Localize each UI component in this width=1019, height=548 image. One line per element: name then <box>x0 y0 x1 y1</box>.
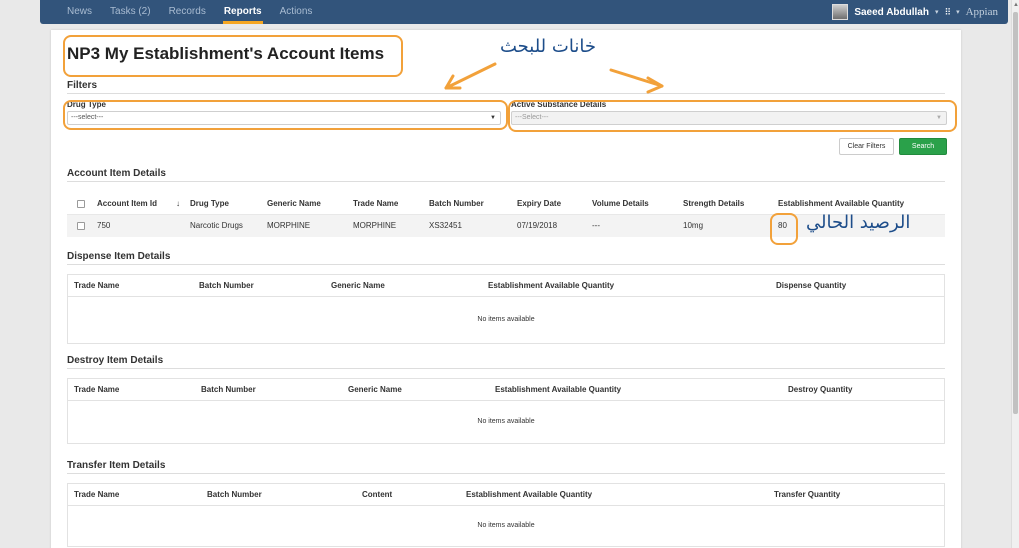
col-trade-name: Trade Name <box>74 385 120 394</box>
col-generic-name[interactable]: Generic Name <box>267 193 321 215</box>
cell-volume-details: --- <box>592 221 600 230</box>
filters-heading: Filters <box>67 80 98 91</box>
col-strength-details[interactable]: Strength Details <box>683 193 744 215</box>
empty-state: No items available <box>477 418 535 425</box>
top-navigation-bar: News Tasks (2) Records Reports Actions S… <box>40 0 1008 24</box>
table-header: Trade Name Batch Number Generic Name Est… <box>68 275 944 297</box>
col-batch-number: Batch Number <box>207 490 262 499</box>
row-checkbox[interactable] <box>77 222 85 230</box>
col-batch-number[interactable]: Batch Number <box>429 193 484 215</box>
user-menu-chevron-icon[interactable]: ▾ <box>935 8 939 16</box>
destroy-items-table: Trade Name Batch Number Generic Name Est… <box>67 378 945 444</box>
quantity-highlight <box>770 213 798 245</box>
title-highlight <box>63 35 403 77</box>
dispense-items-heading: Dispense Item Details <box>67 251 171 262</box>
divider <box>67 181 945 182</box>
empty-state: No items available <box>477 522 535 529</box>
apps-menu-chevron-icon[interactable]: ▾ <box>956 8 960 16</box>
account-items-heading: Account Item Details <box>67 168 166 179</box>
active-substance-highlight <box>508 100 957 132</box>
avatar[interactable] <box>832 4 849 20</box>
nav-tasks[interactable]: Tasks (2) <box>101 0 160 24</box>
nav-records[interactable]: Records <box>160 0 215 24</box>
col-destroy-quantity: Destroy Quantity <box>788 385 853 394</box>
cell-expiry-date: 07/19/2018 <box>517 221 558 230</box>
annotation-arrows <box>444 62 664 94</box>
brand-logo: Appian <box>965 6 998 18</box>
main-nav: News Tasks (2) Records Reports Actions <box>40 0 321 24</box>
col-content: Content <box>362 490 393 499</box>
scroll-up-icon[interactable]: ▲ <box>1013 2 1019 8</box>
col-drug-type[interactable]: Drug Type <box>190 193 229 215</box>
destroy-items-heading: Destroy Item Details <box>67 355 164 366</box>
col-batch-number: Batch Number <box>199 281 254 290</box>
col-available-quantity: Establishment Available Quantity <box>488 281 615 290</box>
user-area: Saeed Abdullah ▾ ⠿ ▾ Appian <box>832 0 998 24</box>
col-generic-name: Generic Name <box>348 385 402 394</box>
table-header: Trade Name Batch Number Generic Name Est… <box>68 379 944 401</box>
current-balance-annotation: الرصيد الحالي <box>806 212 911 233</box>
clear-filters-button[interactable]: Clear Filters <box>839 138 894 155</box>
nav-news[interactable]: News <box>58 0 101 24</box>
divider <box>67 473 945 474</box>
cell-generic-name: MORPHINE <box>267 221 311 230</box>
sort-desc-icon[interactable]: ↓ <box>176 193 180 215</box>
transfer-items-heading: Transfer Item Details <box>67 460 166 471</box>
account-item-id-link[interactable]: 750 <box>97 215 110 237</box>
col-available-quantity: Establishment Available Quantity <box>495 385 622 394</box>
table-header: Trade Name Batch Number Content Establis… <box>68 484 944 506</box>
dispense-items-table: Trade Name Batch Number Generic Name Est… <box>67 274 945 344</box>
col-trade-name: Trade Name <box>74 281 120 290</box>
page-scrollbar[interactable]: ▲ <box>1011 0 1019 548</box>
col-dispense-quantity: Dispense Quantity <box>776 281 847 290</box>
divider <box>67 368 945 369</box>
nav-actions[interactable]: Actions <box>271 0 322 24</box>
empty-state: No items available <box>477 316 535 323</box>
scrollbar-thumb[interactable] <box>1013 12 1018 414</box>
search-button[interactable]: Search <box>899 138 947 155</box>
col-transfer-quantity: Transfer Quantity <box>774 490 841 499</box>
search-fields-annotation: خانات للبحث <box>500 36 596 57</box>
col-volume-details[interactable]: Volume Details <box>592 193 649 215</box>
divider <box>67 264 945 265</box>
transfer-items-table: Trade Name Batch Number Content Establis… <box>67 483 945 547</box>
col-expiry-date[interactable]: Expiry Date <box>517 193 561 215</box>
cell-drug-type: Narcotic Drugs <box>190 221 243 230</box>
col-available-quantity: Establishment Available Quantity <box>466 490 593 499</box>
apps-grid-icon[interactable]: ⠿ <box>945 7 952 18</box>
cell-batch-number: XS32451 <box>429 221 462 230</box>
drug-type-highlight <box>63 100 508 130</box>
col-generic-name: Generic Name <box>331 281 385 290</box>
col-account-item-id[interactable]: Account Item Id <box>97 193 157 215</box>
cell-trade-name: MORPHINE <box>353 221 397 230</box>
select-all-checkbox[interactable] <box>77 200 85 208</box>
arrow-right-line <box>609 68 664 88</box>
cell-strength-details: 10mg <box>683 221 704 230</box>
col-trade-name: Trade Name <box>74 490 120 499</box>
col-batch-number: Batch Number <box>201 385 256 394</box>
nav-reports[interactable]: Reports <box>215 0 271 24</box>
col-trade-name[interactable]: Trade Name <box>353 193 398 215</box>
user-name[interactable]: Saeed Abdullah <box>854 7 929 18</box>
